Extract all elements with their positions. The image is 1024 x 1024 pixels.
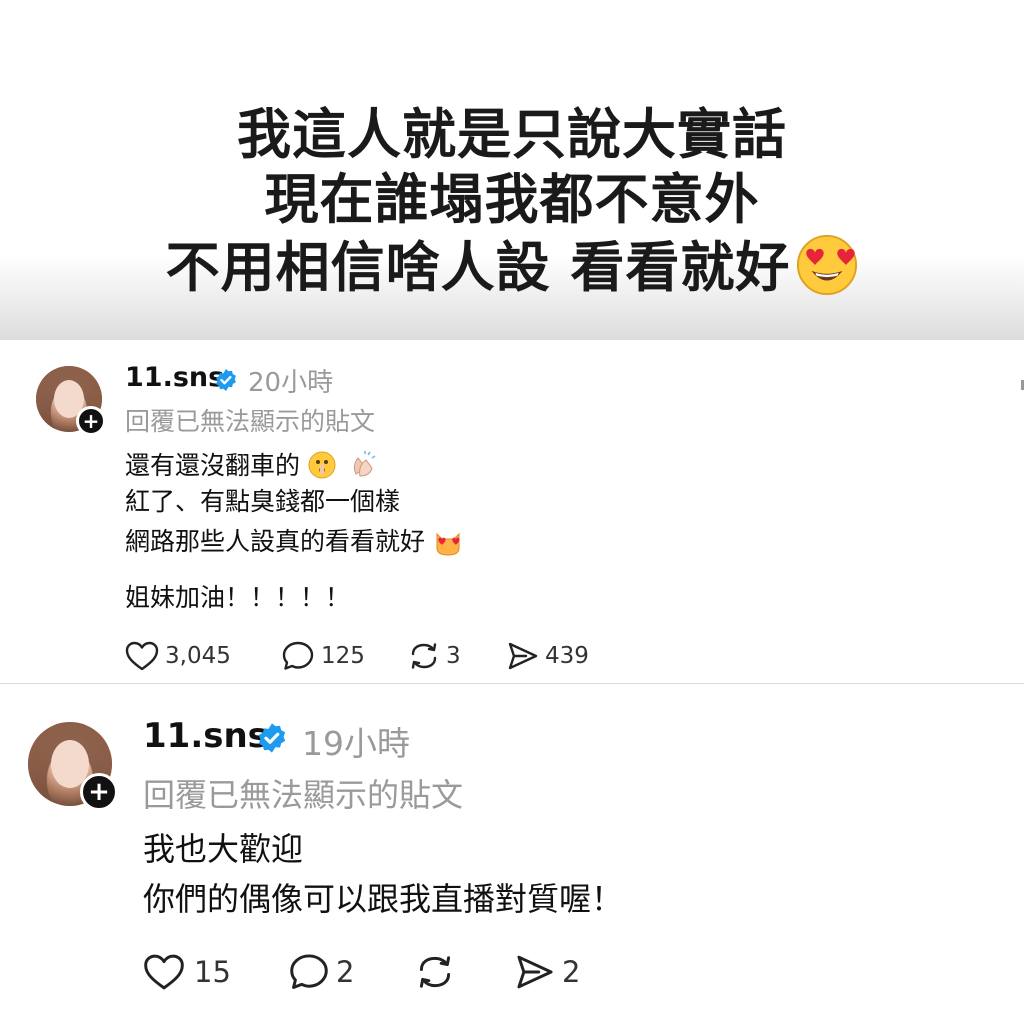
heart-eyes-emoji-icon <box>797 234 858 296</box>
comment-count: 2 <box>336 955 355 989</box>
thread-post-1[interactable]: + 11.sns 20小時 回覆已無法顯示的貼文 還有還沒翻車的 紅了、有點臭錢… <box>0 340 1024 683</box>
post-time[interactable]: 19小時 <box>302 717 410 765</box>
comment-button[interactable]: 125 <box>281 640 365 672</box>
comment-icon <box>290 954 328 989</box>
post-text-line-3: 網路那些人設真的看看就好 <box>125 527 426 556</box>
post-text-line-1-row: 還有還沒翻車的 <box>125 446 378 482</box>
reply-context: 回覆已無法顯示的貼文 <box>143 776 464 814</box>
quote-banner: 我這人就是只說大實話 現在誰塌我都不意外 不用相信啥人設 看看就好 <box>0 0 1024 340</box>
banner-line-2: 現在誰塌我都不意外 <box>264 168 760 231</box>
post-text-line-3-row: 網路那些人設真的看看就好 <box>125 522 463 558</box>
repost-button[interactable] <box>414 952 462 992</box>
shushing-face-emoji-icon <box>308 451 336 479</box>
repost-button[interactable]: 3 <box>407 640 461 672</box>
heart-eyes-cat-emoji-icon <box>436 532 460 556</box>
avatar[interactable]: + <box>28 722 118 811</box>
post-text-line-2: 紅了、有點臭錢都一個樣 <box>125 487 401 516</box>
share-count: 439 <box>545 643 589 669</box>
repost-count: 3 <box>446 643 461 669</box>
comment-icon <box>282 641 314 670</box>
heart-icon <box>144 954 184 990</box>
comment-button[interactable]: 2 <box>288 952 354 992</box>
username[interactable]: 11.sns <box>143 716 268 756</box>
like-button[interactable]: 15 <box>142 952 231 992</box>
banner-line-3: 不用相信啥人設 看看就好 <box>165 236 791 299</box>
like-count: 3,045 <box>165 643 231 669</box>
post-text-line-1: 還有還沒翻車的 <box>125 451 301 480</box>
banner-line-3-row: 不用相信啥人設 看看就好 <box>0 234 1024 298</box>
avatar[interactable]: + <box>36 366 106 436</box>
post-text-line-4: 姐妹加油！！！！！ <box>125 583 351 612</box>
share-button[interactable]: 439 <box>506 640 589 672</box>
share-icon <box>517 955 553 989</box>
post-text-line-1: 我也大歡迎 <box>143 830 304 868</box>
like-button[interactable]: 3,045 <box>124 640 231 672</box>
thread-post-2[interactable]: + 11.sns 19小時 回覆已無法顯示的貼文 我也大歡迎 你們的偶像可以跟我… <box>0 684 1024 1024</box>
verified-badge-icon <box>216 369 236 391</box>
share-count: 2 <box>562 955 581 989</box>
share-button[interactable]: 2 <box>514 952 580 992</box>
verified-badge-icon <box>258 723 286 753</box>
share-icon <box>508 642 538 670</box>
post-text-line-2: 你們的偶像可以跟我直播對質喔！ <box>143 880 624 918</box>
username[interactable]: 11.sns <box>125 362 224 393</box>
clapping-hands-emoji-icon <box>353 451 376 477</box>
like-count: 15 <box>194 955 231 989</box>
comment-count: 125 <box>321 643 365 669</box>
heart-icon <box>125 641 159 671</box>
reply-context: 回覆已無法顯示的貼文 <box>125 407 376 436</box>
post-time[interactable]: 20小時 <box>248 362 333 399</box>
follow-plus-icon[interactable]: + <box>76 406 106 436</box>
repost-icon <box>419 956 451 988</box>
follow-plus-icon[interactable]: + <box>80 773 118 811</box>
banner-line-1: 我這人就是只說大實話 <box>237 103 787 166</box>
repost-icon <box>411 643 437 669</box>
